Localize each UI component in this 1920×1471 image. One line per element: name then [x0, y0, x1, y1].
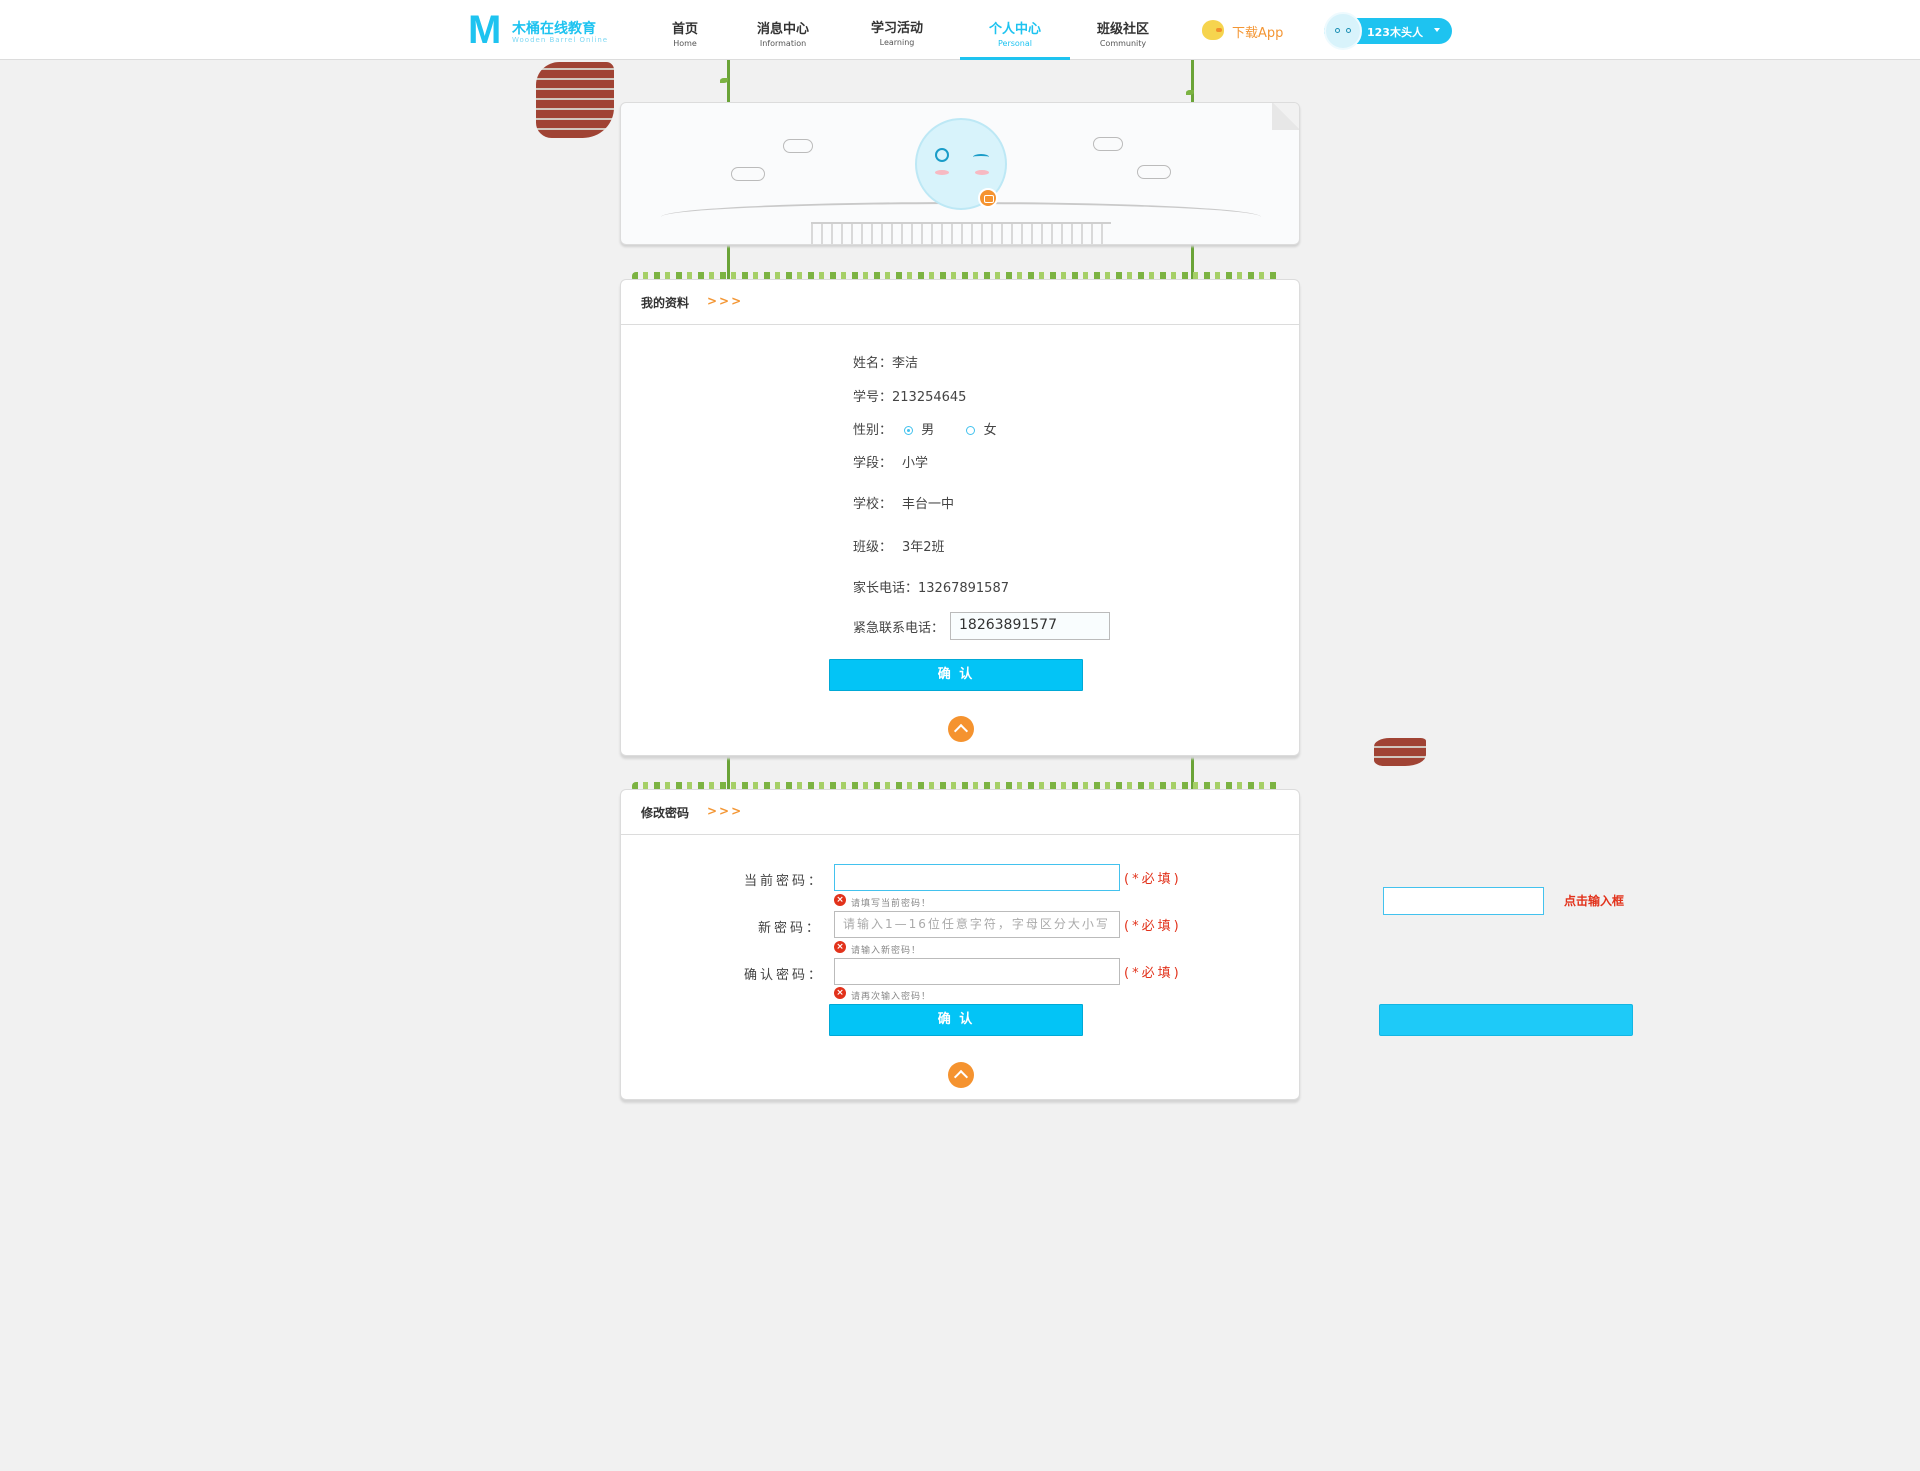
required-indicator: (*必填) [1124, 919, 1182, 934]
collapse-up-icon[interactable] [948, 1062, 974, 1088]
logo-mark: M [468, 8, 502, 52]
nav-sublabel: Information [759, 39, 807, 48]
brick-wall-decoration [536, 62, 614, 138]
nav-learning[interactable]: 学习活动 Learning [842, 0, 952, 60]
card-title: 我的资料 [641, 296, 690, 310]
confirm-password-error: 请再次输入密码！ [851, 992, 932, 1002]
radio-selected-icon[interactable] [904, 426, 914, 435]
brick-wall-decoration [1374, 738, 1426, 766]
emergency-phone-input[interactable]: 18263891577 [950, 612, 1110, 640]
nav-label: 班级社区 [1096, 22, 1149, 37]
radio-icon[interactable] [966, 426, 976, 435]
site-logo[interactable]: M 木桶在线教育 Wooden Barrel Online [468, 8, 609, 52]
chevron-down-icon[interactable] [1434, 28, 1440, 32]
cloud-icon [731, 167, 765, 181]
name-label: 姓名： [853, 356, 893, 371]
logo-subtitle: Wooden Barrel Online [512, 36, 609, 44]
cloud-icon [1093, 137, 1123, 151]
stage-label: 学段： [853, 456, 893, 471]
confirm-password-label: 确认密码： [744, 968, 825, 983]
nav-sublabel: Learning [879, 38, 915, 47]
password-card: 修改密码 >>> [620, 789, 1300, 1100]
school-value: 丰台一中 [902, 497, 955, 512]
nav-label: 学习活动 [870, 21, 923, 36]
error-icon: × [834, 894, 846, 906]
fence-decoration [811, 222, 1111, 244]
arrows-decoration: >>> [707, 294, 744, 308]
focused-input-note: 点击输入框 [1564, 894, 1625, 908]
focused-input-sample[interactable] [1383, 887, 1544, 915]
class-row: 班级： 3年2班 [853, 536, 945, 555]
confirm-password-input[interactable] [834, 958, 1120, 985]
student-id-label: 学号： [853, 390, 893, 405]
nav-community[interactable]: 班级社区 Community [1068, 0, 1178, 60]
chick-icon [1202, 20, 1224, 40]
avatar[interactable] [1324, 12, 1362, 50]
camera-icon[interactable] [978, 188, 998, 208]
nav-information[interactable]: 消息中心 Information [728, 0, 838, 60]
nav-sublabel: Community [1099, 39, 1147, 48]
new-password-label: 新密码： [757, 921, 822, 936]
blush-decoration [935, 170, 949, 175]
nav-sublabel: Home [673, 39, 697, 48]
password-confirm-button[interactable]: 确 认 [829, 1004, 1083, 1036]
new-password-input[interactable]: 请输入1—16位任意字符，字母区分大小写 [834, 911, 1120, 938]
error-icon: × [834, 941, 846, 953]
card-title: 修改密码 [641, 806, 690, 820]
profile-banner [620, 102, 1300, 245]
card-header: 我的资料 >>> [621, 280, 1299, 325]
blush-decoration [975, 170, 989, 175]
parent-phone-value: 13267891587 [918, 581, 1009, 596]
username[interactable]: 123木头人 [1367, 24, 1423, 40]
hover-button-sample[interactable] [1379, 1004, 1633, 1036]
name-value: 李洁 [892, 356, 919, 371]
gender-row: 性别： 男 女 [853, 419, 997, 438]
page-fold-decoration [1272, 103, 1299, 130]
school-row: 学校： 丰台一中 [853, 493, 954, 512]
student-id-value: 213254645 [892, 390, 967, 405]
collapse-up-icon[interactable] [948, 716, 974, 742]
nav-personal[interactable]: 个人中心 Personal [960, 0, 1070, 60]
current-password-error: 请填写当前密码！ [851, 899, 932, 909]
student-id-row: 学号：213254645 [853, 386, 966, 405]
stage-value: 小学 [902, 456, 929, 471]
eye-icon [935, 148, 949, 162]
logo-title: 木桶在线教育 [512, 21, 596, 37]
class-value: 3年2班 [902, 540, 945, 555]
stage-row: 学段： 小学 [853, 452, 928, 471]
eye-icon [1346, 28, 1351, 33]
parent-phone-row: 家长电话：13267891587 [853, 577, 1009, 596]
required-indicator: (*必填) [1124, 966, 1182, 981]
nav-label: 首页 [671, 22, 698, 37]
top-navbar: M 木桶在线教育 Wooden Barrel Online 首页 Home 消息… [0, 0, 1920, 60]
eye-icon [1335, 28, 1340, 33]
nav-label: 消息中心 [756, 22, 809, 37]
parent-phone-label: 家长电话： [853, 581, 919, 596]
school-label: 学校： [853, 497, 893, 512]
card-header: 修改密码 >>> [621, 790, 1299, 835]
name-row: 姓名：李洁 [853, 352, 918, 371]
class-label: 班级： [853, 540, 893, 555]
leaf-icon [1186, 90, 1194, 95]
cloud-icon [1137, 165, 1171, 179]
current-password-input[interactable] [834, 864, 1120, 891]
error-icon: × [834, 987, 846, 999]
gender-label: 性别： [853, 423, 893, 438]
gender-option-female[interactable]: 女 [966, 423, 997, 438]
arrows-decoration: >>> [707, 804, 744, 818]
cloud-icon [783, 139, 813, 153]
wink-eye-icon [973, 154, 989, 160]
new-password-error: 请输入新密码！ [851, 946, 922, 956]
nav-home[interactable]: 首页 Home [630, 0, 740, 60]
current-password-label: 当前密码： [744, 874, 825, 889]
profile-confirm-button[interactable]: 确 认 [829, 659, 1083, 691]
emergency-phone-label: 紧急联系电话： [853, 621, 945, 636]
nav-sublabel: Personal [997, 39, 1032, 48]
required-indicator: (*必填) [1124, 872, 1182, 887]
gender-option-male[interactable]: 男 [904, 423, 934, 438]
nav-label: 个人中心 [988, 22, 1041, 37]
leaf-icon [720, 78, 728, 83]
download-app-label: 下载App [1232, 26, 1284, 41]
